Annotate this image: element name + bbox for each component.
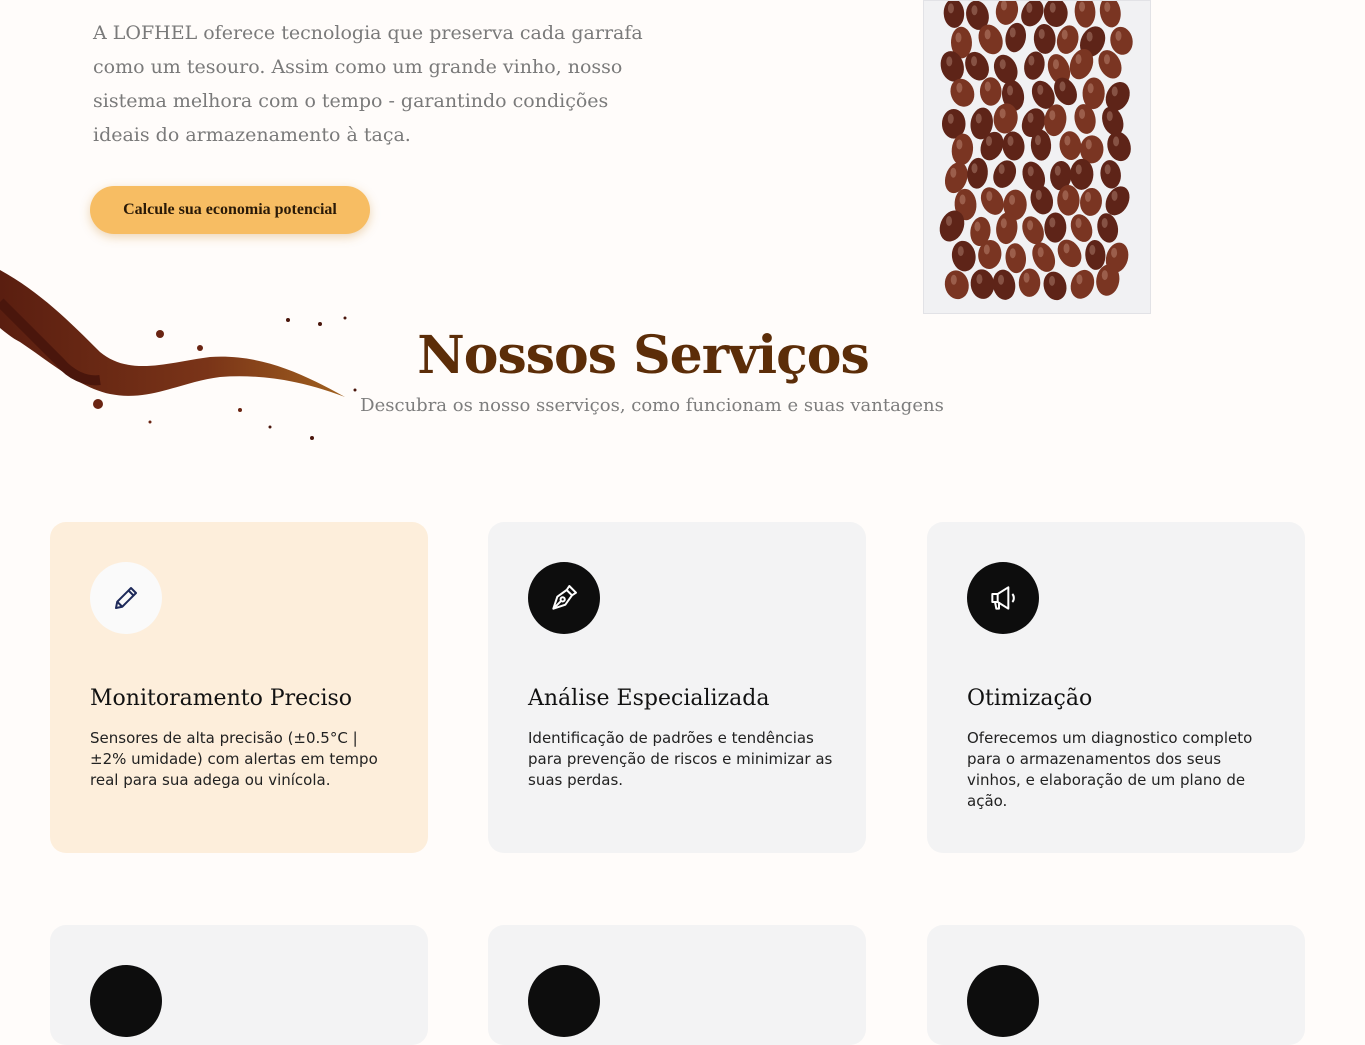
service-icon <box>90 965 162 1037</box>
megaphone-icon <box>967 562 1039 634</box>
service-card[interactable] <box>50 925 428 1045</box>
service-card-analysis[interactable]: Análise Especializada Identificação de p… <box>488 522 866 853</box>
service-card[interactable] <box>488 925 866 1045</box>
service-card-optimization[interactable]: Otimização Oferecemos um diagnostico com… <box>927 522 1305 853</box>
service-card-title: Otimização <box>967 686 1093 711</box>
service-card-title: Monitoramento Preciso <box>90 686 353 711</box>
calculate-savings-button[interactable]: Calcule sua economia potencial <box>90 186 370 234</box>
coffee-beans-image <box>923 0 1151 314</box>
service-card[interactable] <box>927 925 1305 1045</box>
service-card-text: Oferecemos um diagnostico completo para … <box>967 729 1253 810</box>
service-card-title: Análise Especializada <box>528 686 770 711</box>
hero-description: A LOFHEL oferece tecnologia que preserva… <box>93 22 643 146</box>
pencil-icon <box>90 562 162 634</box>
pen-nib-icon <box>528 562 600 634</box>
service-icon <box>967 965 1039 1037</box>
service-card-text: Sensores de alta precisão (±0.5°C | ±2% … <box>90 729 378 789</box>
services-title: Nossos Serviços <box>417 325 869 386</box>
services-subtitle: Descubra os nosso sserviços, como funcio… <box>360 395 944 416</box>
service-card-text: Identificação de padrões e tendências pa… <box>528 729 833 789</box>
service-icon <box>528 965 600 1037</box>
service-card-monitoring[interactable]: Monitoramento Preciso Sensores de alta p… <box>50 522 428 853</box>
